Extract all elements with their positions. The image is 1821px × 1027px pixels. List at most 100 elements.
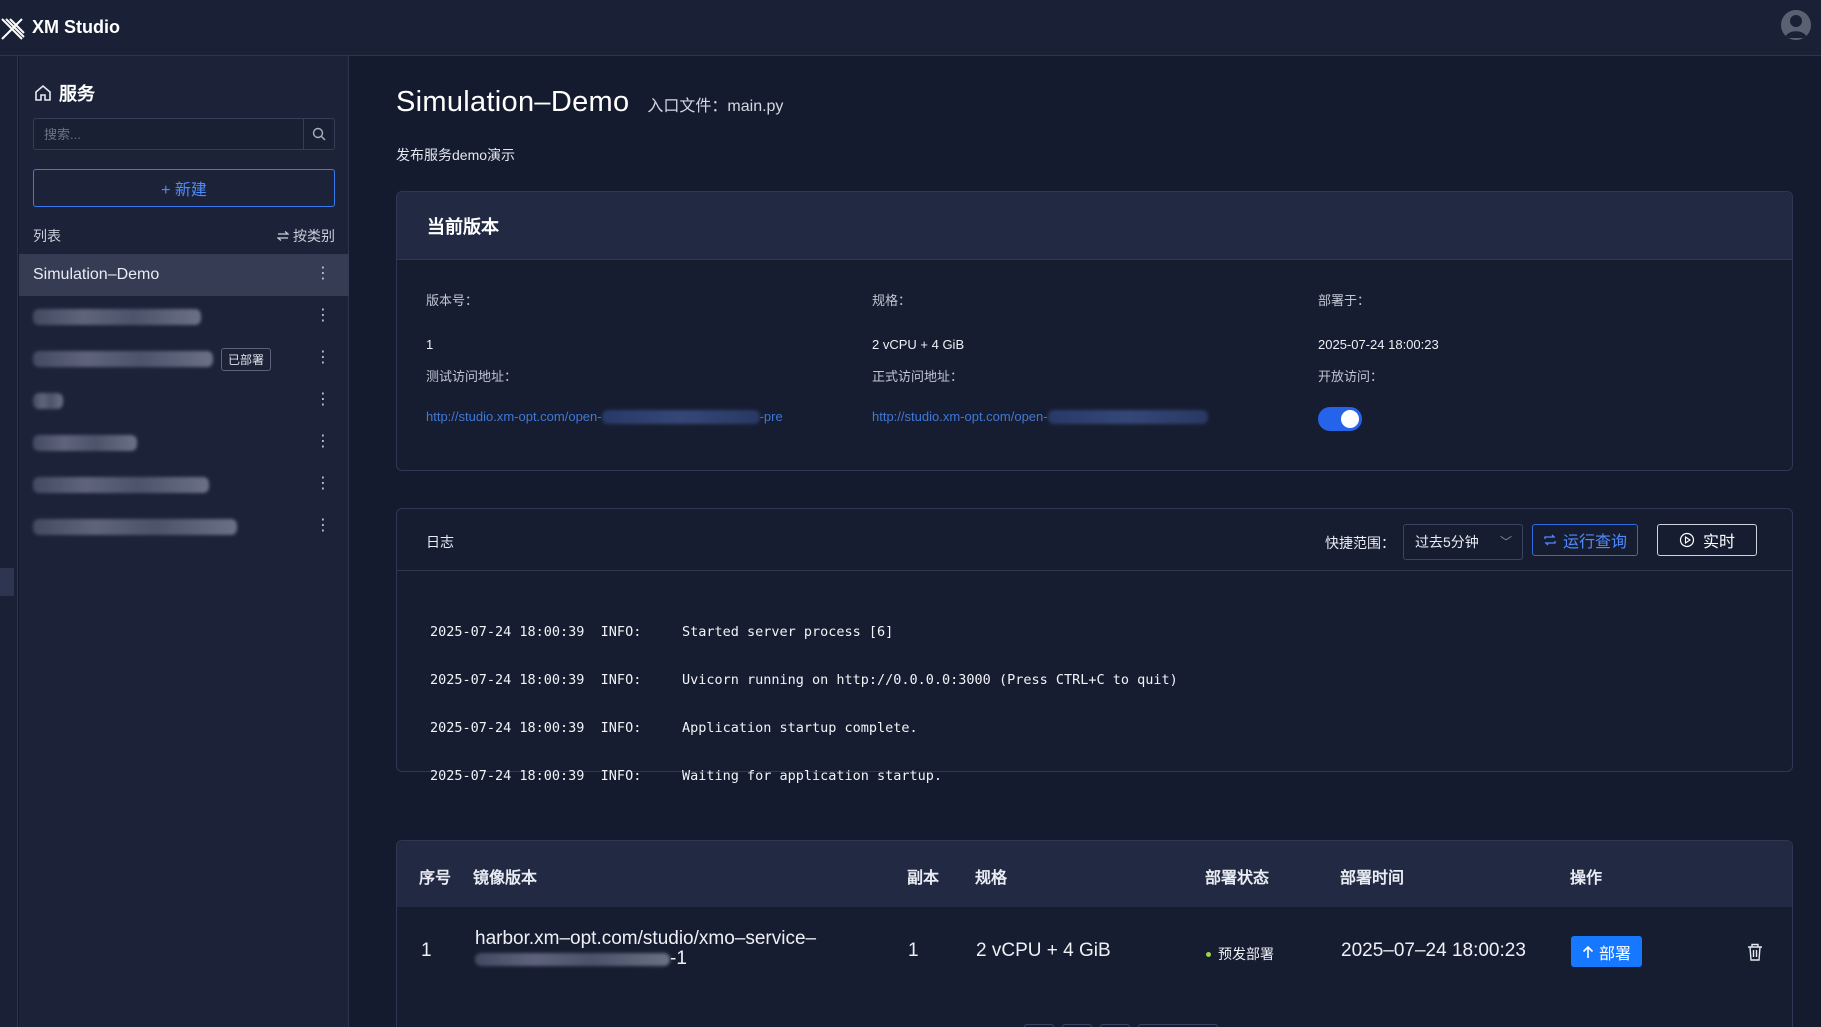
service-sidebar: 服务 + 新建 列表 按类别 Simulation–Demo ⋮ ⋮ [19,56,349,1027]
prod-url-link[interactable]: http://studio.xm-opt.com/open- [872,409,1292,424]
rail-icon[interactable] [0,608,14,636]
search-box [33,118,335,150]
play-circle-icon [1679,532,1695,548]
deploy-time: 2025–07–24 18:00:23 [1341,940,1526,961]
image-version-line: -1 [475,949,816,969]
more-icon[interactable]: ⋮ [315,476,331,492]
log-line: 2025-07-24 18:00:39 INFO: Uvicorn runnin… [430,672,1178,688]
image-version-line: harbor.xm–opt.com/studio/xmo–service– [475,928,817,949]
column-header: 操作 [1570,870,1603,887]
test-url-link[interactable]: http://studio.xm-opt.com/open- -pre [426,409,846,424]
sort-by-category[interactable]: 按类别 [277,226,335,246]
live-label: 实时 [1702,534,1735,551]
list-label: 列表 [33,228,61,244]
swap-icon [277,231,289,241]
top-bar: XM Studio [0,0,1821,56]
sidebar-title-label: 服务 [59,84,95,104]
status-badge: 已部署 [221,347,272,371]
column-header: 序号 [419,870,452,887]
public-access-label: 开放访问： [1318,369,1384,384]
test-url-suffix: -pre [759,409,783,424]
list-item[interactable]: ⋮ [19,422,349,464]
redacted-label [33,477,209,493]
time-range-value: 过去5分钟 [1415,534,1479,550]
arrow-up-icon [1582,945,1594,958]
xm-logo-icon [1,17,25,40]
log-output: 2025-07-24 18:00:39 INFO: Started server… [430,592,1178,816]
entry-file-label: 入口文件： [647,98,728,115]
column-header: 部署状态 [1205,870,1270,887]
list-item[interactable]: ⋮ [19,380,349,422]
redacted-url [601,409,760,424]
prod-url-label: 正式访问地址： [872,369,964,384]
logs-header: 日志 快捷范围： 过去5分钟 ﹀ 运行查询 实时 [397,509,1792,571]
logs-card: 日志 快捷范围： 过去5分钟 ﹀ 运行查询 实时 2025-07-24 18:0… [396,508,1793,784]
page-title: Simulation–Demo [396,86,630,118]
more-icon[interactable]: ⋮ [315,308,331,324]
app-title: XM Studio [32,17,120,37]
list-item[interactable]: ⋮ [19,506,349,548]
rail-icon[interactable] [0,536,14,564]
service-list: Simulation–Demo ⋮ ⋮ 已部署 ⋮ ⋮ ⋮ ⋮ ⋮ [19,254,349,548]
rail-icon[interactable] [0,496,14,524]
entry-file: 入口文件：main.py [647,92,783,116]
deploy-label: 部署 [1598,945,1631,963]
more-icon[interactable]: ⋮ [315,350,331,366]
deployed-value: 2025-07-24 18:00:23 [1318,337,1439,352]
log-line: 2025-07-24 18:00:39 INFO: Waiting for ap… [430,768,943,784]
redacted-label [33,351,213,367]
deploy-status: 预发部署 [1206,944,1274,964]
live-button[interactable]: 实时 [1657,524,1757,556]
row-index: 1 [421,940,432,961]
more-icon[interactable]: ⋮ [315,266,331,282]
user-avatar[interactable] [1781,10,1811,40]
chevron-down-icon: ﹀ [1499,535,1512,549]
public-access-toggle[interactable] [1318,407,1362,431]
list-item[interactable]: Simulation–Demo ⋮ [19,254,349,296]
more-icon[interactable]: ⋮ [315,434,331,450]
card-title: 当前版本 [397,192,1792,260]
test-url-label: 测试访问地址： [426,369,518,384]
rail-icon[interactable] [0,461,14,489]
search-input[interactable] [34,119,303,149]
test-url-field: 测试访问地址： http://studio.xm-opt.com/open- -… [426,366,846,424]
delete-icon[interactable] [1747,943,1763,961]
replicas-value: 1 [908,940,919,961]
more-icon[interactable]: ⋮ [315,518,331,534]
column-header: 镜像版本 [473,870,538,887]
list-item[interactable]: ⋮ [19,464,349,506]
sidebar-title: 服务 [33,80,95,106]
redacted-label [33,519,237,535]
redacted-label [33,435,137,451]
version-value: 1 [426,337,434,352]
new-service-button[interactable]: + 新建 [33,169,335,207]
rail-icon-active[interactable] [0,568,14,596]
redacted-url [1047,409,1208,424]
column-header: 副本 [907,870,940,887]
current-version-card: 当前版本 版本号： 1 规格： 2 vCPU + 4 GiB 部署于： 2025… [396,191,1793,471]
status-dot [1206,951,1211,957]
deploy-button[interactable]: 部署 [1571,936,1642,967]
quick-range-label: 快捷范围： [1325,535,1395,551]
spec-label: 规格： [872,293,912,308]
table-row[interactable]: 1 harbor.xm–opt.com/studio/xmo–service– … [397,907,1792,997]
home-icon [35,84,51,101]
more-icon[interactable]: ⋮ [315,392,331,408]
list-item[interactable]: 已部署 ⋮ [19,338,349,380]
app-logo[interactable]: XM Studio [0,15,120,41]
version-field: 版本号： 1 [426,290,846,352]
column-header: 部署时间 [1340,870,1405,887]
spec-value: 2 vCPU + 4 GiB [976,940,1111,961]
rail-icon[interactable] [0,426,14,454]
run-query-label: 运行查询 [1562,534,1627,551]
list-item[interactable]: ⋮ [19,296,349,338]
redacted-image-tag [475,952,670,966]
image-version: harbor.xm–opt.com/studio/xmo–service– -1 [475,929,816,969]
run-query-button[interactable]: 运行查询 [1532,524,1638,556]
logs-title: 日志 [426,534,454,550]
service-header: Simulation–Demo 入口文件：main.py [396,86,783,119]
search-button[interactable] [303,119,334,149]
time-range-select[interactable]: 过去5分钟 ﹀ [1403,524,1523,560]
service-description: 发布服务demo演示 [396,147,516,163]
list-header: 列表 按类别 [33,226,335,246]
